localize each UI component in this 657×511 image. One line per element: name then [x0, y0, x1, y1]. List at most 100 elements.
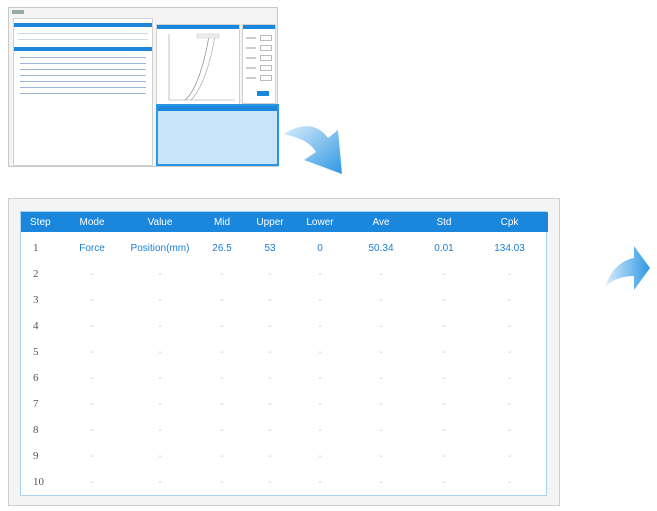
- cell-upper: -: [268, 294, 272, 306]
- cell-mid: -: [220, 320, 224, 332]
- cell-step: 2: [33, 268, 39, 280]
- cell-step: 7: [33, 398, 39, 410]
- table-row[interactable]: 8 - - - - - - - -: [21, 417, 548, 443]
- app-thumbnail: [8, 7, 279, 167]
- cell-cpk: -: [507, 320, 512, 332]
- cell-cpk: -: [507, 294, 512, 306]
- table-row[interactable]: 2 - - - - - - - -: [21, 261, 548, 287]
- cell-value: -: [158, 398, 162, 410]
- col-header-mode[interactable]: Mode: [63, 212, 121, 232]
- table-row[interactable]: 10 - - - - - - - -: [21, 469, 548, 495]
- col-header-mid[interactable]: Mid: [199, 212, 245, 232]
- cell-lower: -: [318, 294, 322, 306]
- cell-lower: -: [318, 320, 322, 332]
- cell-value: -: [158, 346, 162, 358]
- cell-mode: -: [90, 320, 94, 332]
- cell-cpk: -: [507, 450, 512, 462]
- table-row[interactable]: 7 - - - - - - - -: [21, 391, 548, 417]
- results-panel: Step Mode Value Mid Upper Lower Ave Std …: [20, 211, 548, 496]
- cell-step: 10: [33, 476, 44, 488]
- cell-upper: -: [268, 346, 272, 358]
- cell-cpk: -: [507, 346, 512, 358]
- thumb-curve-graphic: [168, 33, 235, 101]
- col-header-step[interactable]: Step: [21, 212, 63, 232]
- table-row[interactable]: 6 - - - - - - - -: [21, 365, 548, 391]
- cell-mode: Force: [79, 242, 105, 254]
- cell-ave: -: [379, 398, 383, 410]
- table-row[interactable]: 9 - - - - - - - -: [21, 443, 548, 469]
- cell-step: 4: [33, 320, 39, 332]
- cell-ave: -: [379, 294, 383, 306]
- cell-mid: -: [220, 294, 224, 306]
- cell-upper: -: [268, 424, 272, 436]
- cell-lower: -: [318, 372, 322, 384]
- cell-ave: -: [379, 268, 383, 280]
- thumb-data-list: [13, 18, 153, 166]
- table-row[interactable]: 1 Force Position(mm) 26.5 53 0 50.34 0.01 134.03: [21, 232, 548, 261]
- cell-lower: -: [318, 268, 322, 280]
- cell-std: -: [442, 268, 446, 280]
- cell-std: -: [442, 398, 446, 410]
- cell-mode: -: [90, 268, 94, 280]
- col-header-upper[interactable]: Upper: [245, 212, 295, 232]
- cell-cpk: -: [507, 424, 512, 436]
- table-row[interactable]: 4 - - - - - - - -: [21, 313, 548, 339]
- cell-ave: -: [379, 424, 383, 436]
- cell-upper: -: [268, 476, 272, 488]
- cell-value: -: [158, 372, 162, 384]
- cell-ave: -: [379, 346, 383, 358]
- cell-mode: -: [90, 424, 94, 436]
- cell-std: -: [442, 320, 446, 332]
- cell-cpk: -: [507, 268, 512, 280]
- cell-std: -: [442, 450, 446, 462]
- cell-lower: -: [318, 346, 322, 358]
- cell-upper: -: [268, 450, 272, 462]
- results-window: Step Mode Value Mid Upper Lower Ave Std …: [8, 198, 560, 506]
- cell-mode: -: [90, 372, 94, 384]
- table-header-row: Step Mode Value Mid Upper Lower Ave Std …: [21, 212, 548, 232]
- cell-mid: -: [220, 346, 224, 358]
- cell-cpk: -: [507, 476, 512, 488]
- cell-ave: -: [379, 320, 383, 332]
- cell-mode: -: [90, 398, 94, 410]
- cell-value: -: [158, 450, 162, 462]
- app-logo: [12, 10, 24, 14]
- cell-upper: -: [268, 268, 272, 280]
- cell-mode: -: [90, 346, 94, 358]
- cell-mid: -: [220, 398, 224, 410]
- results-table: Step Mode Value Mid Upper Lower Ave Std …: [21, 212, 548, 495]
- col-header-cpk[interactable]: Cpk: [471, 212, 548, 232]
- cell-value: -: [158, 268, 162, 280]
- cell-upper: 53: [264, 242, 276, 254]
- col-header-std[interactable]: Std: [417, 212, 471, 232]
- cell-cpk: -: [507, 398, 512, 410]
- cell-value: Position(mm): [130, 242, 190, 254]
- cell-mid: -: [220, 372, 224, 384]
- cell-step: 6: [33, 372, 39, 384]
- cell-ave: 50.34: [368, 242, 394, 254]
- cell-cpk: 134.03: [494, 242, 525, 254]
- thumb-chart: [156, 24, 240, 108]
- table-row[interactable]: 5 - - - - - - - -: [21, 339, 548, 365]
- curved-arrow-icon: [284, 126, 342, 174]
- col-header-ave[interactable]: Ave: [345, 212, 417, 232]
- cell-value: -: [158, 294, 162, 306]
- curved-arrow-icon: [606, 246, 650, 290]
- cell-std: -: [442, 346, 446, 358]
- cell-ave: -: [379, 372, 383, 384]
- thumb-highlighted-table: [156, 104, 279, 166]
- cell-mode: -: [90, 294, 94, 306]
- cell-lower: 0: [317, 242, 323, 254]
- cell-mid: -: [220, 424, 224, 436]
- cell-std: -: [442, 294, 446, 306]
- cell-mid: 26.5: [212, 242, 232, 254]
- cell-mode: -: [90, 450, 94, 462]
- col-header-lower[interactable]: Lower: [295, 212, 345, 232]
- cell-mode: -: [90, 476, 94, 488]
- col-header-value[interactable]: Value: [121, 212, 199, 232]
- table-row[interactable]: 3 - - - - - - - -: [21, 287, 548, 313]
- cell-upper: -: [268, 320, 272, 332]
- cell-step: 3: [33, 294, 39, 306]
- cell-upper: -: [268, 398, 272, 410]
- cell-std: -: [442, 476, 446, 488]
